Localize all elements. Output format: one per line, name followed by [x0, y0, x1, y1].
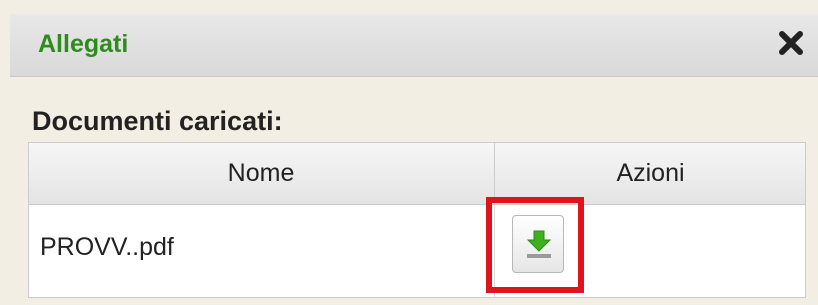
section-title: Documenti caricati:	[32, 106, 283, 136]
close-icon[interactable]	[776, 28, 806, 58]
table-row: PROVV..pdf	[29, 205, 805, 297]
documents-table: Nome Azioni PROVV..pdf	[28, 142, 806, 298]
file-name-cell: PROVV..pdf	[40, 233, 174, 261]
column-header-name: Nome	[227, 159, 295, 187]
dialog-header: Allegati	[10, 14, 818, 77]
attachments-dialog: Allegati Documenti caricati: Nome Azioni…	[0, 0, 818, 305]
dialog-title: Allegati	[38, 30, 129, 58]
download-button[interactable]	[512, 215, 564, 273]
download-icon	[526, 230, 552, 258]
column-header-actions: Azioni	[494, 143, 806, 204]
table-header: Nome Azioni	[29, 143, 805, 205]
